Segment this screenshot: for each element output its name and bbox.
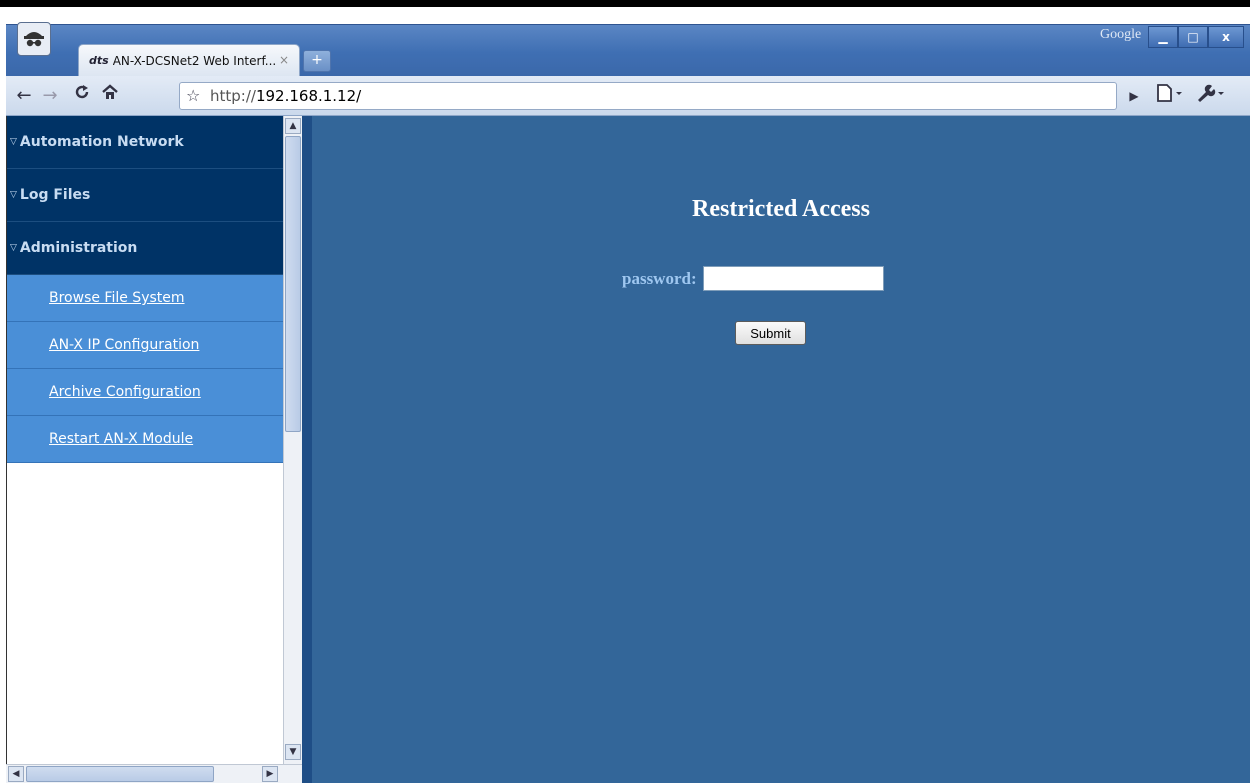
sidebar-section-automation-network[interactable]: ▽ Automation Network [7, 116, 283, 169]
site-favicon-icon: dts [89, 54, 109, 67]
sidebar-section-label: Automation Network [19, 134, 184, 150]
reload-button[interactable] [70, 83, 94, 109]
password-row: password: [622, 266, 884, 291]
incognito-icon [17, 22, 51, 56]
sidebar-link-archive-configuration[interactable]: Archive Configuration [7, 369, 283, 416]
sidebar-vertical-scrollbar[interactable]: ▲ ▼ [283, 116, 302, 764]
main-content: Restricted Access password: Submit [312, 116, 1250, 783]
reload-icon [75, 85, 89, 99]
scroll-down-icon[interactable]: ▼ [285, 744, 301, 760]
page-title: Restricted Access [692, 196, 870, 222]
scroll-thumb[interactable] [26, 766, 214, 782]
new-tab-button[interactable]: + [303, 50, 331, 72]
sidebar-nav: ▽ Automation Network ▽ Log Files ▽ Admin… [6, 116, 283, 764]
sidebar-link-anx-ip-configuration[interactable]: AN-X IP Configuration [7, 322, 283, 369]
wrench-menu-icon[interactable] [1192, 83, 1228, 109]
url-host: 192.168.1.12/ [255, 87, 362, 105]
sidebar-section-label: Log Files [19, 187, 91, 203]
sidebar-horizontal-scrollbar[interactable]: ◀ ▶ [6, 764, 302, 783]
tab-close-icon[interactable]: × [279, 53, 289, 67]
play-icon[interactable]: ▶ [1122, 83, 1146, 109]
expand-triangle-icon: ▽ [10, 137, 17, 147]
sidebar-section-administration[interactable]: ▽ Administration [7, 222, 283, 275]
minimize-button[interactable]: ▁ [1148, 26, 1178, 48]
home-icon [102, 84, 118, 99]
scroll-thumb[interactable] [285, 136, 301, 432]
scroll-up-icon[interactable]: ▲ [285, 118, 301, 134]
tab-title: AN-X-DCSNet2 Web Interf... [112, 53, 277, 68]
maximize-button[interactable]: □ [1178, 26, 1208, 48]
scroll-right-icon[interactable]: ▶ [262, 766, 278, 782]
bookmark-star-icon[interactable]: ☆ [186, 83, 200, 109]
expand-triangle-icon: ▽ [10, 243, 17, 253]
submit-button[interactable]: Submit [735, 321, 806, 345]
page-menu-icon[interactable] [1152, 83, 1186, 109]
sidebar-link-restart-anx-module[interactable]: Restart AN-X Module [7, 416, 283, 463]
scroll-left-icon[interactable]: ◀ [8, 766, 24, 782]
password-label: password: [622, 268, 697, 288]
browser-brand-label: Google [1100, 27, 1142, 42]
page-icon [1157, 84, 1182, 102]
browser-tab[interactable]: dts AN-X-DCSNet2 Web Interf... × [78, 44, 300, 76]
frame-divider [302, 116, 312, 783]
home-button[interactable] [98, 83, 122, 109]
back-icon[interactable]: ← [12, 83, 36, 109]
sidebar-link-browse-file-system[interactable]: Browse File System [7, 275, 283, 322]
sidebar-section-log-files[interactable]: ▽ Log Files [7, 169, 283, 222]
close-window-button[interactable]: x [1208, 26, 1244, 48]
wrench-icon [1198, 84, 1224, 102]
browser-toolbar: ← → ☆ http://192.168.1.12/ ▶ [6, 76, 1250, 116]
top-black-bar [0, 0, 1250, 7]
url-scheme: http:// [210, 87, 256, 105]
forward-icon[interactable]: → [38, 83, 62, 109]
password-field[interactable] [702, 266, 884, 291]
expand-triangle-icon: ▽ [10, 190, 17, 200]
sidebar-section-label: Administration [19, 240, 138, 256]
address-bar[interactable]: ☆ http://192.168.1.12/ [179, 82, 1117, 110]
